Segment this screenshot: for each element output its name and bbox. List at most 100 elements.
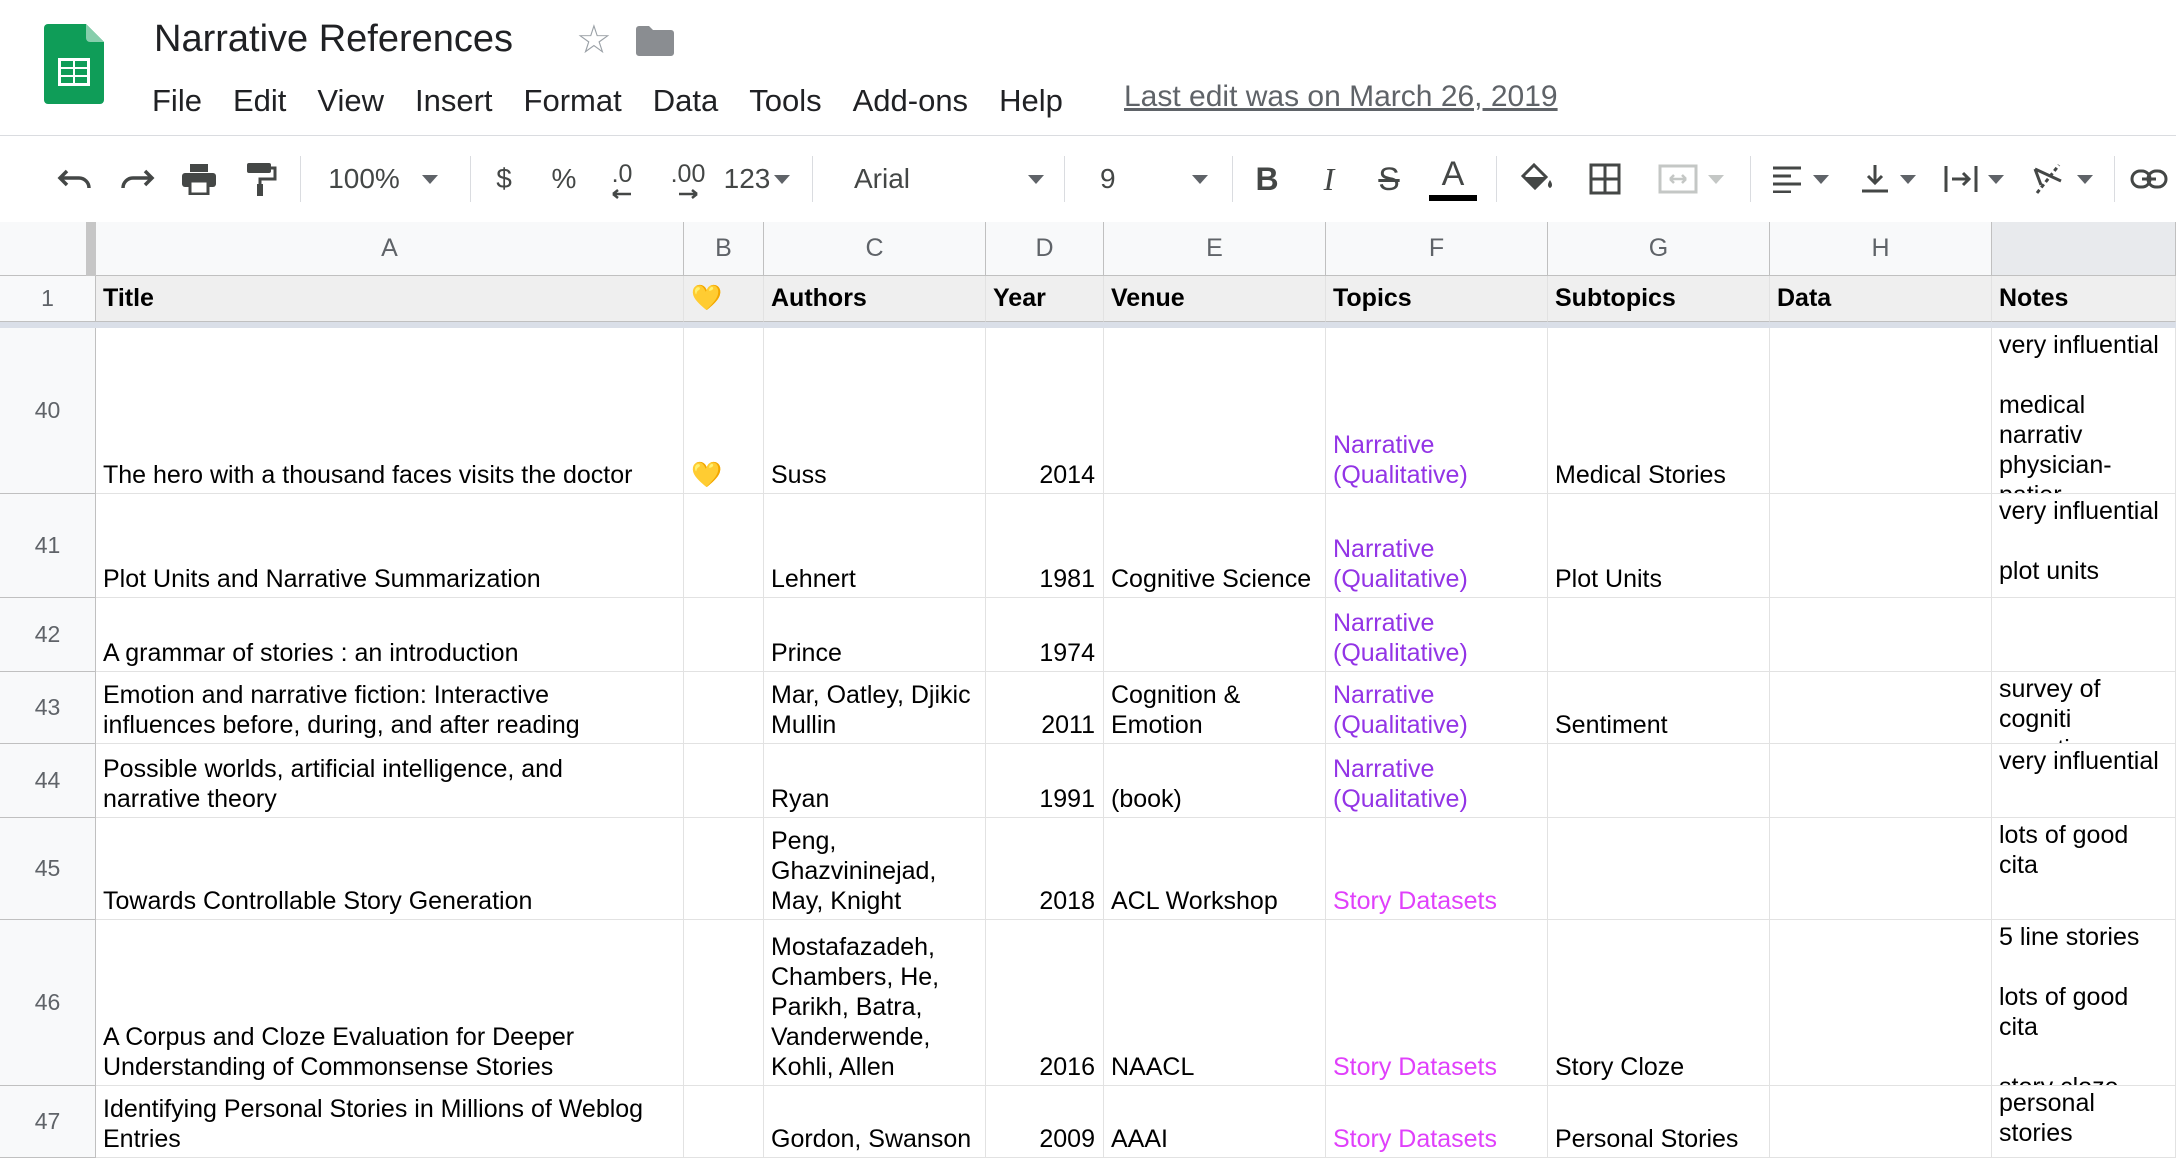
row-header[interactable]: 46 [0, 920, 96, 1086]
cell-favorite[interactable]: 💛 [684, 328, 764, 494]
cell-data[interactable] [1770, 744, 1992, 818]
cell-venue[interactable] [1104, 328, 1326, 494]
cell-favorite[interactable] [684, 1086, 764, 1158]
cell-venue[interactable]: NAACL [1104, 920, 1326, 1086]
cell-data[interactable] [1770, 818, 1992, 920]
cell-title[interactable]: Emotion and narrative fiction: Interacti… [96, 672, 684, 744]
cell-title[interactable]: Plot Units and Narrative Summarization [96, 494, 684, 598]
row-header[interactable]: 40 [0, 328, 96, 494]
fill-color-icon[interactable] [1514, 136, 1560, 222]
cell-title[interactable]: A grammar of stories : an introduction [96, 598, 684, 672]
cell-title[interactable]: The hero with a thousand faces visits th… [96, 328, 684, 494]
header-cell-notes[interactable]: Notes [1992, 276, 2176, 322]
cell-venue[interactable] [1104, 598, 1326, 672]
cell-title[interactable]: Towards Controllable Story Generation [96, 818, 684, 920]
sheets-logo-icon[interactable] [44, 24, 104, 104]
column-header-i[interactable] [1992, 222, 2176, 276]
row-header[interactable]: 41 [0, 494, 96, 598]
cell-topics[interactable]: Narrative (Qualitative) [1326, 598, 1548, 672]
cell-notes[interactable]: very influential plot units [1992, 494, 2176, 598]
menu-view[interactable]: View [317, 83, 384, 119]
menu-addons[interactable]: Add-ons [853, 83, 968, 119]
cell-subtopics[interactable]: Personal Stories [1548, 1086, 1770, 1158]
cell-subtopics[interactable]: Sentiment [1548, 672, 1770, 744]
font-size-select[interactable]: 9 [1080, 136, 1212, 222]
cell-venue[interactable]: ACL Workshop [1104, 818, 1326, 920]
strikethrough-button[interactable]: S [1368, 136, 1410, 222]
column-header-g[interactable]: G [1548, 222, 1770, 276]
cell-favorite[interactable] [684, 818, 764, 920]
increase-decimal-button[interactable]: .00 [662, 136, 714, 222]
cell-topics[interactable]: Story Datasets [1326, 920, 1548, 1086]
cell-authors[interactable]: Gordon, Swanson [764, 1086, 986, 1158]
cell-notes[interactable]: very influential medical narrativ physic… [1992, 328, 2176, 494]
column-header-d[interactable]: D [986, 222, 1104, 276]
merge-cells-icon[interactable] [1648, 136, 1734, 222]
header-cell-data[interactable]: Data [1770, 276, 1992, 322]
text-wrapping-icon[interactable] [1938, 136, 2010, 222]
cell-authors[interactable]: Lehnert [764, 494, 986, 598]
cell-topics[interactable]: Story Datasets [1326, 1086, 1548, 1158]
text-color-button[interactable]: A [1428, 136, 1478, 222]
cell-notes[interactable]: very influential [1992, 744, 2176, 818]
cell-subtopics[interactable] [1548, 598, 1770, 672]
cell-authors[interactable]: Peng, Ghazvininejad, May, Knight [764, 818, 986, 920]
font-family-select[interactable]: Arial [830, 136, 1048, 222]
cell-subtopics[interactable]: Plot Units [1548, 494, 1770, 598]
cell-title[interactable]: Identifying Personal Stories in Millions… [96, 1086, 684, 1158]
header-cell-subtopics[interactable]: Subtopics [1548, 276, 1770, 322]
header-cell-authors[interactable]: Authors [764, 276, 986, 322]
document-title[interactable]: Narrative References [154, 18, 513, 61]
menu-data[interactable]: Data [653, 83, 718, 119]
cell-subtopics[interactable] [1548, 744, 1770, 818]
zoom-select[interactable]: 100% [318, 136, 448, 222]
currency-button[interactable]: $ [484, 136, 524, 222]
cell-data[interactable] [1770, 494, 1992, 598]
cell-authors[interactable]: Suss [764, 328, 986, 494]
select-all-corner[interactable] [0, 222, 96, 276]
cell-year[interactable]: 1981 [986, 494, 1104, 598]
header-cell-venue[interactable]: Venue [1104, 276, 1326, 322]
column-header-e[interactable]: E [1104, 222, 1326, 276]
cell-subtopics[interactable]: Medical Stories [1548, 328, 1770, 494]
cell-notes[interactable]: lots of good cita [1992, 818, 2176, 920]
cell-notes[interactable]: personal stories [1992, 1086, 2176, 1158]
cell-authors[interactable]: Prince [764, 598, 986, 672]
number-format-select[interactable]: 123 [722, 136, 792, 222]
print-icon[interactable] [176, 136, 222, 222]
percent-button[interactable]: % [544, 136, 584, 222]
header-cell-title[interactable]: Title [96, 276, 684, 322]
cell-notes[interactable]: survey of cogniti narratives [1992, 672, 2176, 744]
cell-year[interactable]: 1991 [986, 744, 1104, 818]
redo-icon[interactable] [114, 136, 160, 222]
menu-format[interactable]: Format [524, 83, 622, 119]
horizontal-align-icon[interactable] [1764, 136, 1836, 222]
header-cell-year[interactable]: Year [986, 276, 1104, 322]
cell-topics[interactable]: Narrative (Qualitative) [1326, 744, 1548, 818]
cell-notes[interactable]: 5 line stories lots of good cita story c… [1992, 920, 2176, 1086]
freeze-handle[interactable] [86, 222, 96, 276]
cell-authors[interactable]: Ryan [764, 744, 986, 818]
cell-topics[interactable]: Narrative (Qualitative) [1326, 672, 1548, 744]
insert-link-icon[interactable] [2126, 136, 2172, 222]
cell-authors[interactable]: Mar, Oatley, Djikic Mullin [764, 672, 986, 744]
column-header-h[interactable]: H [1770, 222, 1992, 276]
column-header-c[interactable]: C [764, 222, 986, 276]
menu-help[interactable]: Help [999, 83, 1063, 119]
cell-title[interactable]: Possible worlds, artificial intelligence… [96, 744, 684, 818]
column-header-a[interactable]: A [96, 222, 684, 276]
cell-year[interactable]: 2009 [986, 1086, 1104, 1158]
cell-year[interactable]: 2016 [986, 920, 1104, 1086]
row-header[interactable]: 43 [0, 672, 96, 744]
cell-notes[interactable] [1992, 598, 2176, 672]
cell-favorite[interactable] [684, 672, 764, 744]
cell-year[interactable]: 1974 [986, 598, 1104, 672]
cell-data[interactable] [1770, 672, 1992, 744]
bold-button[interactable]: B [1246, 136, 1288, 222]
cell-favorite[interactable] [684, 744, 764, 818]
header-cell-topics[interactable]: Topics [1326, 276, 1548, 322]
cell-data[interactable] [1770, 328, 1992, 494]
column-header-b[interactable]: B [684, 222, 764, 276]
text-rotation-icon[interactable] [2026, 136, 2098, 222]
cell-venue[interactable]: (book) [1104, 744, 1326, 818]
